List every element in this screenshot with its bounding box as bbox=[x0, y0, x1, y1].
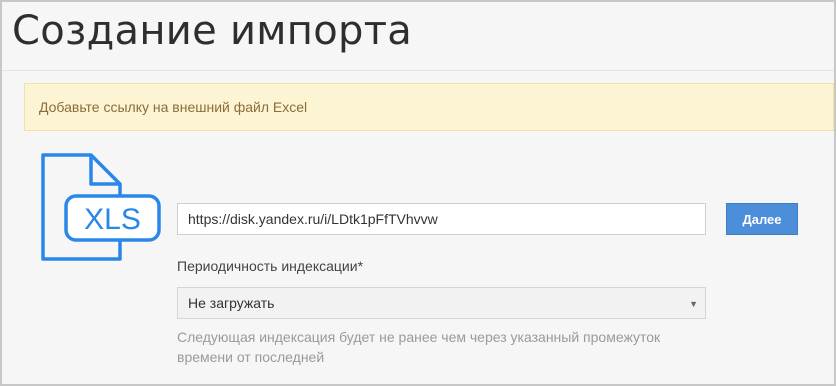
notice-text: Добавьте ссылку на внешний файл Excel bbox=[39, 99, 308, 115]
period-label: Периодичность индексации* bbox=[177, 258, 364, 274]
next-button[interactable]: Далее bbox=[726, 203, 798, 235]
period-select[interactable]: Не загружать ▼ bbox=[177, 287, 706, 319]
xls-icon-label: XLS bbox=[84, 203, 141, 236]
url-input[interactable] bbox=[177, 203, 706, 235]
period-hint: Следующая индексация будет не ранее чем … bbox=[177, 329, 661, 365]
period-select-value: Не загружать bbox=[188, 295, 275, 311]
next-button-label: Далее bbox=[742, 211, 782, 227]
caret-down-icon: ▼ bbox=[689, 299, 698, 309]
title-divider bbox=[2, 70, 834, 71]
xls-file-icon: XLS bbox=[41, 153, 161, 261]
info-notice: Добавьте ссылку на внешний файл Excel bbox=[24, 83, 834, 131]
page-title: Создание импорта bbox=[12, 8, 413, 54]
